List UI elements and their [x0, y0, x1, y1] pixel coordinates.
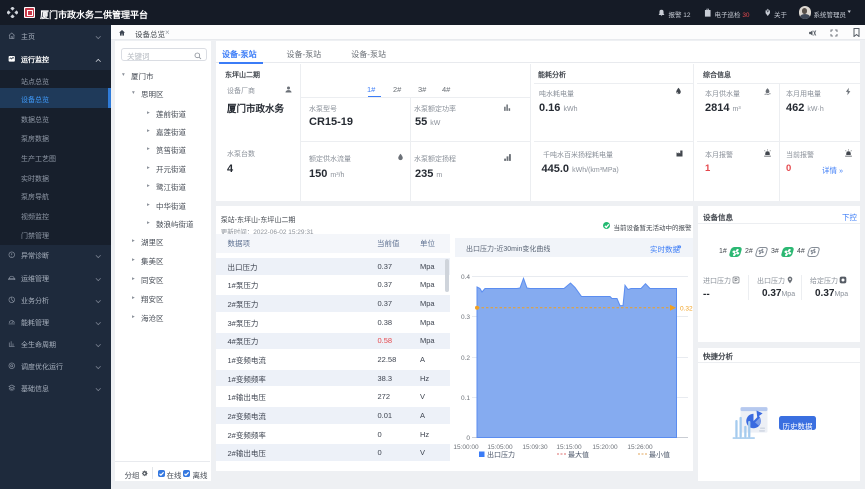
svg-text:最小值: 最小值	[649, 450, 670, 459]
svg-text:0.2: 0.2	[461, 355, 470, 362]
svg-text:0.1: 0.1	[461, 395, 470, 402]
svg-text:15:26:00: 15:26:00	[627, 444, 653, 451]
svg-text:0.32: 0.32	[680, 306, 693, 313]
svg-text:15:09:30: 15:09:30	[522, 444, 548, 451]
svg-text:0: 0	[466, 435, 470, 442]
svg-text:15:15:00: 15:15:00	[556, 444, 582, 451]
svg-text:15:05:00: 15:05:00	[487, 444, 513, 451]
svg-text:0.3: 0.3	[461, 314, 470, 321]
svg-text:0.4: 0.4	[461, 274, 470, 281]
svg-text:15:20:00: 15:20:00	[592, 444, 618, 451]
svg-text:最大值: 最大值	[568, 450, 589, 459]
svg-text:出口压力: 出口压力	[487, 450, 515, 459]
svg-text:15:00:00: 15:00:00	[453, 444, 479, 451]
